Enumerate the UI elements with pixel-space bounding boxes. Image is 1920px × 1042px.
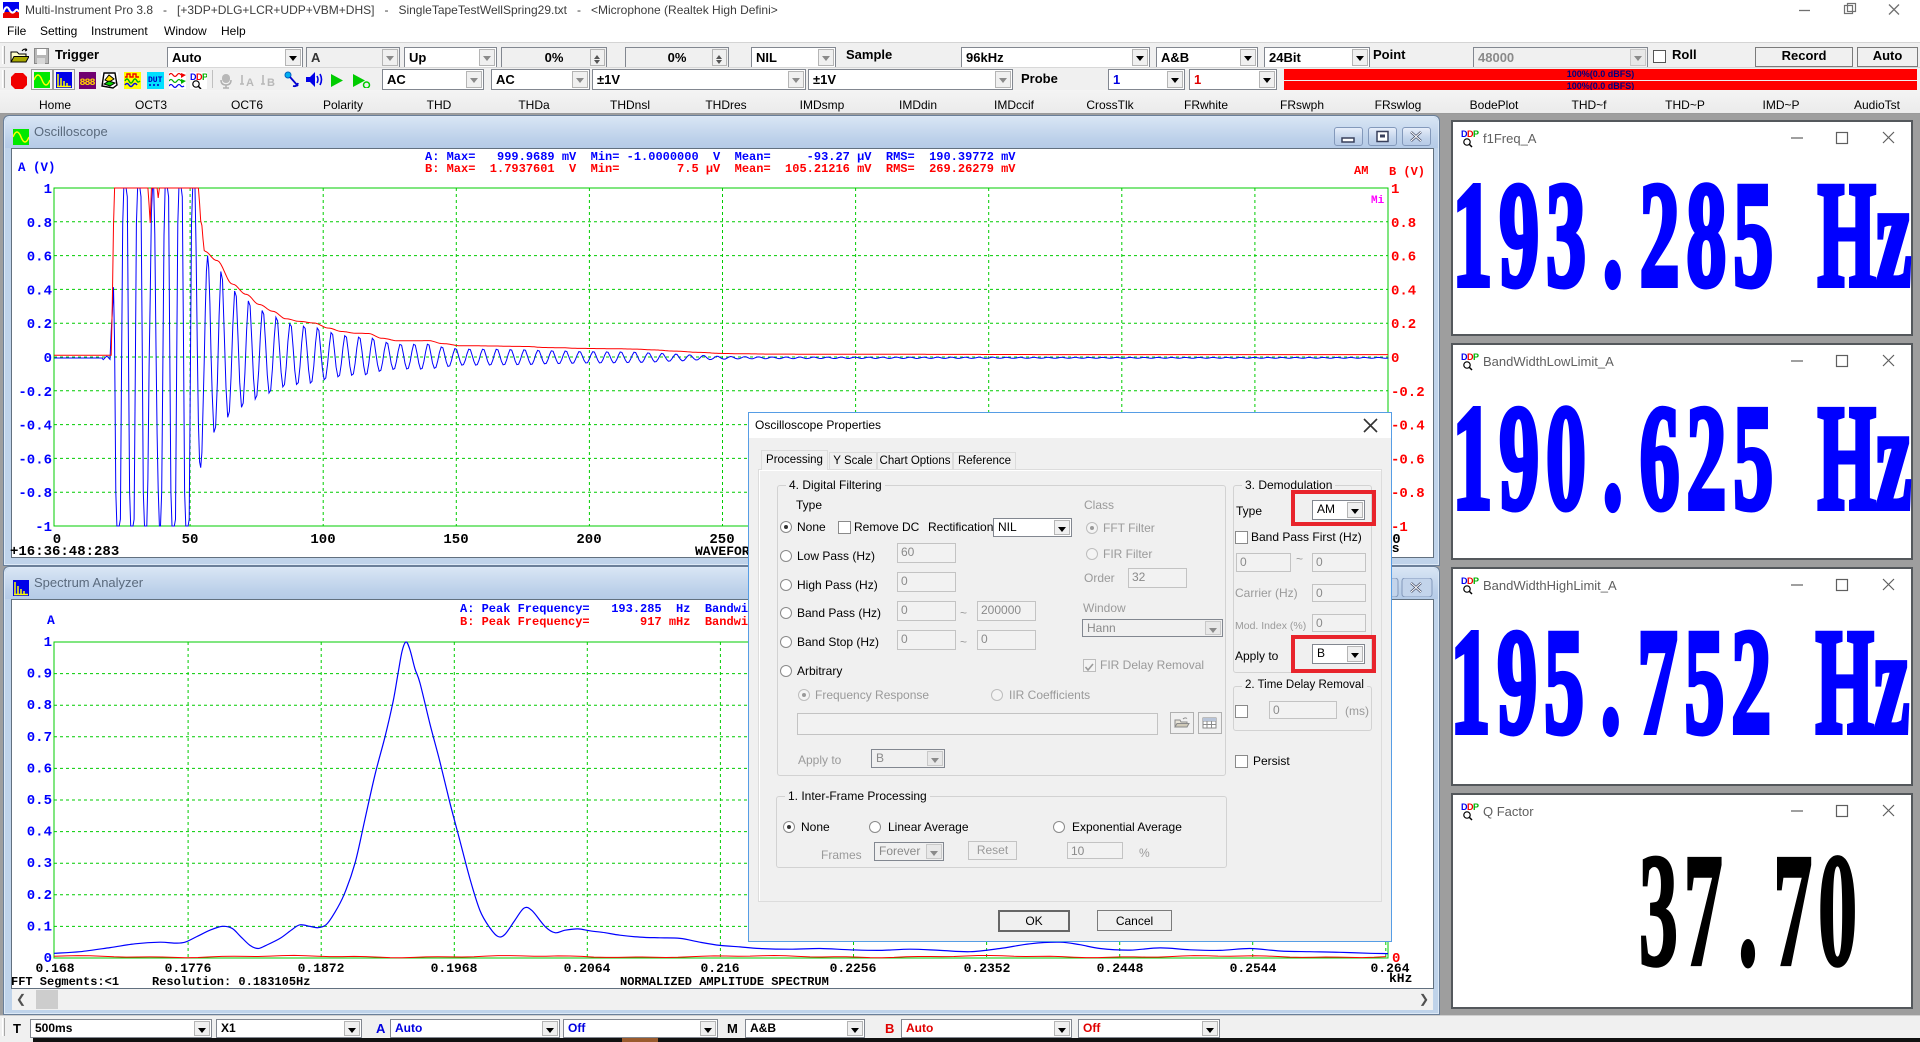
svg-text:P: P	[1473, 352, 1479, 362]
svg-text:P: P	[1473, 129, 1479, 139]
svg-text:P: P	[1473, 576, 1479, 586]
svg-text:P: P	[1473, 802, 1479, 812]
svg-text:B: B	[267, 77, 275, 89]
svg-text:A: A	[246, 77, 254, 89]
svg-text:DUT: DUT	[148, 76, 163, 85]
svg-text:P: P	[202, 72, 207, 82]
svg-text:888: 888	[80, 78, 96, 89]
